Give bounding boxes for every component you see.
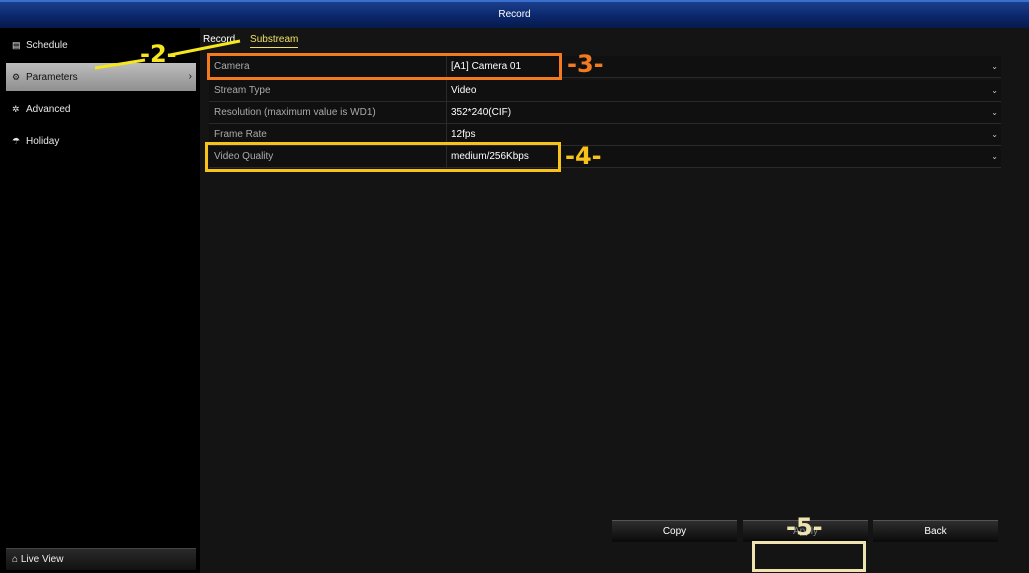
annotation-box-5 [752, 541, 866, 572]
annotation-box-4 [205, 142, 561, 172]
annotation-box-3 [207, 53, 562, 80]
annotation-step-4: -4- [565, 142, 602, 170]
annotation-step-3: -3- [567, 50, 604, 78]
annotation-step-2: -2- [140, 40, 177, 68]
annotation-step-5: -5- [786, 513, 823, 541]
annotation-arrow-2 [94, 39, 241, 70]
